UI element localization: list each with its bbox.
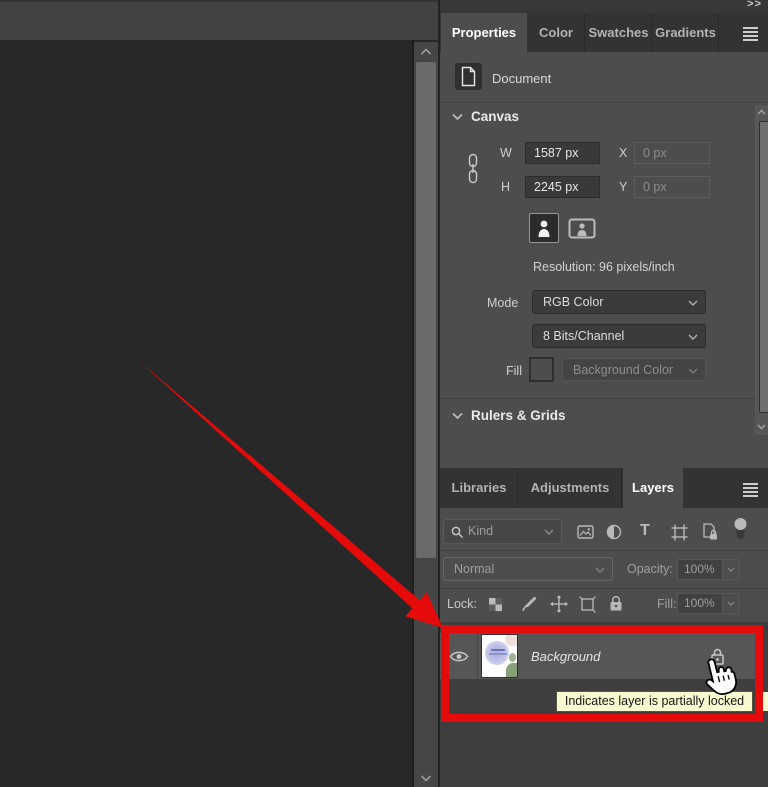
scroll-up-icon[interactable] — [757, 109, 766, 116]
scroll-down-icon[interactable] — [757, 423, 766, 430]
blend-mode-select: Normal — [443, 557, 613, 581]
row-divider — [440, 550, 768, 551]
blend-mode-value: Normal — [454, 562, 494, 576]
orientation-landscape-button[interactable] — [568, 218, 596, 239]
chevron-down-icon — [688, 334, 698, 340]
tab-adjustments[interactable]: Adjustments — [519, 468, 622, 508]
row-divider — [440, 588, 768, 589]
chevron-down-icon — [688, 300, 698, 306]
filter-kind-select[interactable]: Kind — [443, 519, 562, 544]
fill-color-swatch[interactable] — [529, 357, 554, 382]
document-window-header — [0, 0, 438, 40]
mode-label: Mode — [487, 296, 518, 310]
orientation-portrait-button[interactable] — [529, 213, 559, 243]
scroll-up-icon[interactable] — [420, 48, 432, 56]
lock-label: Lock: — [447, 597, 477, 611]
x-label: X — [619, 146, 627, 160]
chevron-down-icon — [688, 368, 698, 374]
filter-shape-layers-icon[interactable] — [671, 524, 688, 541]
panel-top-strip: >> — [440, 0, 768, 13]
panel-menu-icon[interactable] — [743, 483, 758, 499]
mode-select[interactable]: RGB Color — [532, 290, 706, 314]
document-vertical-scrollbar[interactable] — [414, 42, 438, 787]
bit-depth-select[interactable]: 8 Bits/Channel — [532, 324, 706, 348]
lock-position-icon[interactable] — [550, 595, 568, 613]
layers-tab-bar: Libraries Adjustments Layers — [440, 468, 768, 508]
scrollbar-thumb[interactable] — [759, 121, 768, 413]
opacity-value: 100% — [677, 559, 723, 580]
opacity-label: Opacity: — [627, 562, 673, 576]
lock-frame-nesting-icon[interactable] — [579, 596, 596, 613]
section-divider — [440, 398, 768, 399]
tab-layers[interactable]: Layers — [623, 468, 683, 508]
x-input: 0 px — [634, 142, 710, 164]
lock-all-icon[interactable] — [609, 595, 623, 612]
canvas-section-title[interactable]: Canvas — [471, 109, 519, 124]
document-icon — [455, 63, 482, 90]
y-input: 0 px — [634, 176, 710, 198]
lock-pixels-brush-icon[interactable] — [520, 595, 538, 613]
mode-value: RGB Color — [543, 295, 603, 309]
scrollbar-thumb[interactable] — [416, 62, 436, 558]
opacity-value-box: 100% — [677, 559, 739, 580]
width-label: W — [500, 146, 512, 160]
filter-adjustment-layers-icon[interactable] — [606, 524, 622, 540]
chevron-down-icon — [544, 529, 554, 535]
filter-kind-value: Kind — [468, 524, 493, 538]
tab-libraries[interactable]: Libraries — [441, 468, 518, 508]
y-label: Y — [619, 180, 627, 194]
tab-properties[interactable]: Properties — [441, 13, 527, 52]
height-label: H — [501, 180, 510, 194]
fill-value: 100% — [677, 593, 723, 614]
fill-value-box: 100% — [677, 593, 739, 614]
fill-mode-value: Background Color — [573, 363, 673, 377]
chevron-down-icon — [595, 567, 605, 573]
document-canvas[interactable] — [0, 40, 412, 787]
canvas-section-chevron-icon[interactable] — [452, 113, 463, 121]
tab-color[interactable]: Color — [528, 13, 585, 52]
tooltip-fragment — [763, 692, 768, 711]
filter-smart-objects-icon[interactable] — [702, 523, 718, 541]
filter-toggle-icon — [733, 517, 748, 542]
portrait-person-icon — [537, 219, 551, 237]
rulers-section-title[interactable]: Rulers & Grids — [471, 408, 566, 423]
link-dimensions-icon[interactable] — [465, 153, 481, 184]
properties-tab-bar: Properties Color Swatches Gradients — [440, 13, 768, 52]
lock-transparency-icon[interactable] — [488, 597, 503, 612]
bit-depth-value: 8 Bits/Channel — [543, 329, 624, 343]
search-icon — [451, 526, 464, 539]
tab-swatches[interactable]: Swatches — [586, 13, 652, 52]
width-input[interactable]: 1587 px — [525, 142, 600, 164]
filter-toggle[interactable] — [733, 517, 748, 542]
resolution-text: Resolution: 96 pixels/inch — [533, 260, 675, 274]
landscape-person-icon — [568, 218, 596, 239]
chevron-down-icon — [727, 567, 735, 572]
chevron-down-icon — [727, 601, 735, 606]
fill-label: Fill — [506, 364, 522, 378]
height-input[interactable]: 2245 px — [525, 176, 600, 198]
properties-target-label: Document — [492, 71, 551, 86]
properties-scrollbar[interactable] — [755, 105, 768, 435]
tab-gradients[interactable]: Gradients — [653, 13, 719, 52]
properties-header-row: Document — [440, 52, 768, 103]
filter-pixel-layers-icon[interactable] — [577, 525, 594, 539]
scroll-down-icon[interactable] — [420, 774, 432, 782]
filter-type-layers-icon[interactable]: T — [640, 522, 650, 540]
rulers-section-chevron-icon[interactable] — [452, 412, 463, 420]
fill-mode-select: Background Color — [562, 358, 706, 381]
panel-menu-icon[interactable] — [743, 27, 758, 43]
collapse-panel-button[interactable]: >> — [747, 0, 762, 10]
photoshop-window: >> Properties Color Swatches Gradients D… — [0, 0, 768, 787]
fill-opacity-label: Fill: — [657, 597, 676, 611]
